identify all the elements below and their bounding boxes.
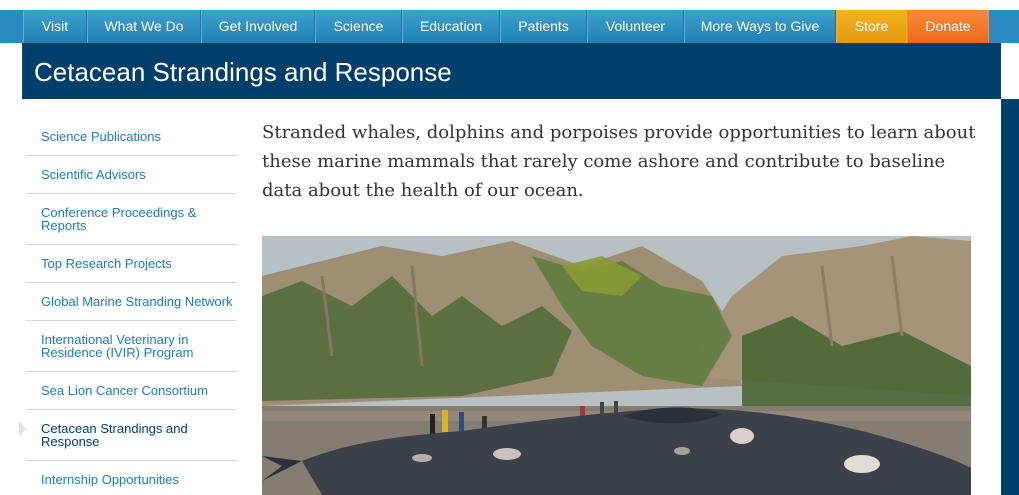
sidebar-item-global-marine-stranding-network[interactable]: Global Marine Stranding Network bbox=[26, 283, 237, 321]
stranded-whale-photo bbox=[262, 236, 971, 495]
nav-donate[interactable]: Donate bbox=[907, 10, 989, 43]
page-header: Cetacean Strandings and Response bbox=[0, 43, 1019, 99]
nav-education[interactable]: Education bbox=[402, 10, 500, 43]
sidebar-item-science-publications[interactable]: Science Publications bbox=[26, 118, 237, 156]
sidebar-item-sea-lion-cancer-consortium[interactable]: Sea Lion Cancer Consortium bbox=[26, 372, 237, 410]
frame-right-border bbox=[1001, 99, 1019, 495]
sidebar-item-scientific-advisors[interactable]: Scientific Advisors bbox=[26, 156, 237, 194]
top-navigation: Visit What We Do Get Involved Science Ed… bbox=[0, 10, 1019, 43]
page-title: Cetacean Strandings and Response bbox=[34, 57, 452, 87]
whale-photo-illustration bbox=[262, 236, 971, 495]
nav-left-cap bbox=[0, 10, 23, 43]
nav-right-cap bbox=[989, 10, 1019, 43]
nav-science[interactable]: Science bbox=[315, 10, 402, 43]
sidebar-item-cetacean-strandings[interactable]: Cetacean Strandings and Response bbox=[26, 410, 237, 461]
nav-volunteer[interactable]: Volunteer bbox=[587, 10, 684, 43]
nav-get-involved[interactable]: Get Involved bbox=[201, 10, 315, 43]
sidebar-item-ivir-program[interactable]: International Veterinary in Residence (I… bbox=[26, 321, 237, 372]
active-indicator-arrow-icon bbox=[19, 421, 26, 437]
nav-patients[interactable]: Patients bbox=[500, 10, 587, 43]
header-band: Cetacean Strandings and Response bbox=[22, 43, 1001, 99]
sidebar-item-internship-opportunities[interactable]: Internship Opportunities bbox=[26, 461, 237, 495]
nav-what-we-do[interactable]: What We Do bbox=[87, 10, 201, 43]
sidebar-nav: Science Publications Scientific Advisors… bbox=[19, 118, 237, 495]
nav-store[interactable]: Store bbox=[836, 10, 907, 43]
sidebar-item-top-research-projects[interactable]: Top Research Projects bbox=[26, 245, 237, 283]
nav-visit[interactable]: Visit bbox=[23, 10, 87, 43]
intro-paragraph: Stranded whales, dolphins and porpoises … bbox=[262, 122, 976, 201]
sidebar-active-wrapper: Cetacean Strandings and Response bbox=[19, 410, 237, 461]
sidebar-item-conference-proceedings[interactable]: Conference Proceedings & Reports bbox=[26, 194, 237, 245]
nav-more-ways-to-give[interactable]: More Ways to Give bbox=[684, 10, 836, 43]
